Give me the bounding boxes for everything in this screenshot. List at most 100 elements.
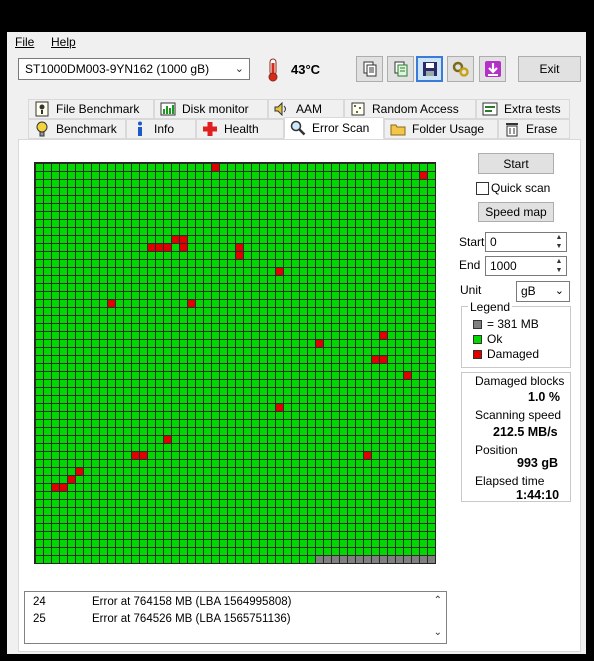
scan-block: [108, 468, 115, 475]
scan-block: [188, 164, 195, 171]
scan-block: [316, 284, 323, 291]
save-button[interactable]: [416, 56, 443, 82]
tab-extra-tests[interactable]: Extra tests: [476, 99, 570, 119]
tab-disk-monitor[interactable]: Disk monitor: [154, 99, 268, 119]
scan-block: [164, 324, 171, 331]
scan-block: [372, 212, 379, 219]
scan-block: [348, 292, 355, 299]
error-log-list[interactable]: 24 Error at 764158 MB (LBA 1564995808) 25…: [24, 591, 447, 644]
drive-select[interactable]: ST1000DM003-9YN162 (1000 gB) ⌄: [18, 58, 250, 80]
tab-error-scan[interactable]: Error Scan: [284, 117, 384, 139]
tab-erase[interactable]: Erase: [498, 119, 570, 139]
scan-block: [108, 380, 115, 387]
scan-block: [148, 332, 155, 339]
scan-block: [212, 380, 219, 387]
spin-down-icon[interactable]: ▼: [552, 266, 566, 275]
scan-block: [268, 172, 275, 179]
tab-health[interactable]: Health: [196, 119, 284, 139]
scroll-up-icon[interactable]: ⌃: [434, 595, 442, 606]
scan-block: [396, 276, 403, 283]
scan-block: [228, 260, 235, 267]
exit-button[interactable]: Exit: [518, 56, 581, 82]
quick-scan-checkbox[interactable]: [476, 182, 489, 195]
options-button[interactable]: [447, 56, 474, 82]
scan-block: [428, 492, 435, 499]
tab-file-benchmark[interactable]: File Benchmark: [28, 99, 154, 119]
scan-block: [300, 364, 307, 371]
scan-block: [332, 340, 339, 347]
chevron-down-icon: ⌄: [554, 285, 564, 297]
copy-all-button[interactable]: [387, 56, 414, 82]
spin-up-icon[interactable]: ▲: [552, 233, 566, 242]
scan-block: [260, 548, 267, 555]
scan-block: [172, 316, 179, 323]
spin-down-icon[interactable]: ▼: [552, 242, 566, 251]
scan-block: [404, 380, 411, 387]
scan-block: [252, 172, 259, 179]
start-button[interactable]: Start: [478, 153, 554, 174]
scan-block: [316, 412, 323, 419]
start-value: 0: [490, 235, 497, 249]
menu-file[interactable]: File: [15, 35, 34, 49]
scan-block: [108, 212, 115, 219]
scan-block: [52, 500, 59, 507]
scan-block: [252, 268, 259, 275]
scan-block: [92, 220, 99, 227]
scan-block: [124, 244, 131, 251]
start-input[interactable]: 0 ▲ ▼: [485, 232, 567, 252]
scan-block: [316, 172, 323, 179]
scan-block: [396, 300, 403, 307]
tab-random-access[interactable]: Random Access: [344, 99, 476, 119]
scan-block: [372, 420, 379, 427]
scan-block: [164, 508, 171, 515]
unit-select[interactable]: gB ⌄: [516, 281, 570, 302]
scan-block: [292, 428, 299, 435]
scroll-down-icon[interactable]: ⌄: [434, 627, 442, 638]
end-input[interactable]: 1000 ▲ ▼: [485, 256, 567, 276]
scan-block: [388, 196, 395, 203]
tab-info[interactable]: Info: [126, 119, 196, 139]
scan-block: [348, 316, 355, 323]
tab-benchmark[interactable]: Benchmark: [28, 119, 126, 139]
scan-block: [348, 548, 355, 555]
tab-aam[interactable]: AAM: [268, 99, 344, 119]
scan-block: [308, 204, 315, 211]
scan-block: [148, 532, 155, 539]
scan-block: [52, 244, 59, 251]
log-row-text: Error at 764526 MB (LBA 1565751136): [92, 613, 291, 625]
scan-block: [36, 196, 43, 203]
scan-block: [244, 500, 251, 507]
scan-block: [324, 500, 331, 507]
scan-block: [244, 172, 251, 179]
scan-block: [396, 428, 403, 435]
download-button[interactable]: [479, 56, 506, 82]
scan-block: [428, 220, 435, 227]
scan-block: [356, 492, 363, 499]
menu-help[interactable]: Help: [51, 35, 76, 49]
scan-block: [292, 412, 299, 419]
spin-up-icon[interactable]: ▲: [552, 257, 566, 266]
scan-block: [332, 364, 339, 371]
scan-block: [332, 196, 339, 203]
scan-block: [172, 508, 179, 515]
scan-block: [132, 172, 139, 179]
scan-block: [172, 308, 179, 315]
scan-block: [180, 324, 187, 331]
tab-folder-usage[interactable]: Folder Usage: [384, 119, 498, 139]
scan-block: [428, 364, 435, 371]
scan-block: [244, 356, 251, 363]
scan-block: [364, 340, 371, 347]
scan-block: [60, 300, 67, 307]
scan-block: [180, 460, 187, 467]
scan-block: [228, 188, 235, 195]
copy-button[interactable]: [356, 56, 383, 82]
scan-block: [116, 260, 123, 267]
scan-block: [44, 444, 51, 451]
scan-block: [148, 292, 155, 299]
scan-block: [212, 468, 219, 475]
scan-block: [420, 508, 427, 515]
scan-block: [156, 372, 163, 379]
scan-block: [388, 284, 395, 291]
speed-map-button[interactable]: Speed map: [478, 202, 554, 222]
scan-block: [356, 300, 363, 307]
